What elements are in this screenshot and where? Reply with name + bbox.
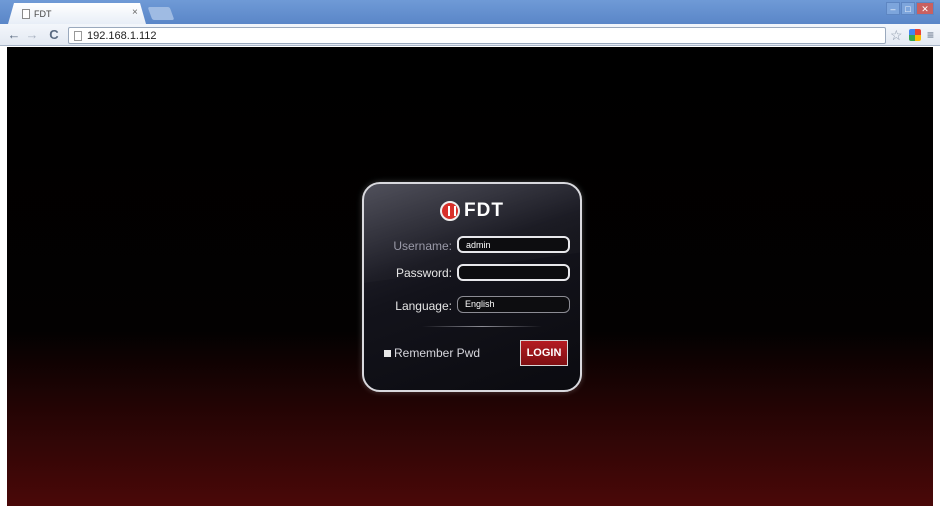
tab-title: FDT <box>34 9 52 19</box>
viewport-left-edge <box>0 47 7 506</box>
page-icon <box>74 31 82 41</box>
browser-tab[interactable]: FDT × <box>8 3 146 24</box>
login-panel: FDT Username: Password: Language: Englis… <box>362 182 582 392</box>
extension-icon[interactable] <box>909 29 921 41</box>
remember-label: Remember Pwd <box>394 346 481 360</box>
window-controls: – □ ✕ <box>886 2 934 15</box>
tab-close-icon[interactable]: × <box>132 7 138 18</box>
brand-logo: FDT <box>440 200 504 222</box>
password-input[interactable] <box>457 264 570 281</box>
forward-arrow-icon[interactable]: → <box>24 27 40 43</box>
reload-icon[interactable]: C <box>46 27 62 43</box>
bookmark-star-icon[interactable]: ☆ <box>890 27 903 43</box>
page-favicon-icon <box>22 9 30 19</box>
browser-tabstrip: FDT × – □ ✕ <box>0 0 940 24</box>
language-select[interactable]: English <box>457 296 570 313</box>
address-bar[interactable]: 192.168.1.112 <box>68 27 886 44</box>
password-label: Password: <box>395 266 452 280</box>
brand-name: FDT <box>464 200 504 221</box>
divider <box>422 326 542 327</box>
username-input[interactable] <box>457 236 570 253</box>
remember-checkbox[interactable] <box>384 350 391 357</box>
fdt-logo-icon <box>440 201 460 221</box>
viewport-right-edge <box>933 47 940 506</box>
language-label: Language: <box>395 299 452 313</box>
language-value: English <box>465 299 495 309</box>
back-arrow-icon[interactable]: ← <box>6 27 22 43</box>
username-label: Username: <box>393 239 452 253</box>
browser-menu-icon[interactable]: ≡ <box>927 27 934 43</box>
url-text: 192.168.1.112 <box>87 30 157 42</box>
minimize-button[interactable]: – <box>886 2 900 15</box>
close-window-button[interactable]: ✕ <box>916 2 934 15</box>
new-tab-button[interactable] <box>147 7 175 20</box>
maximize-button[interactable]: □ <box>901 2 915 15</box>
browser-toolbar: ← → C 192.168.1.112 ☆ ≡ <box>0 24 940 46</box>
login-button[interactable]: LOGIN <box>520 340 568 366</box>
